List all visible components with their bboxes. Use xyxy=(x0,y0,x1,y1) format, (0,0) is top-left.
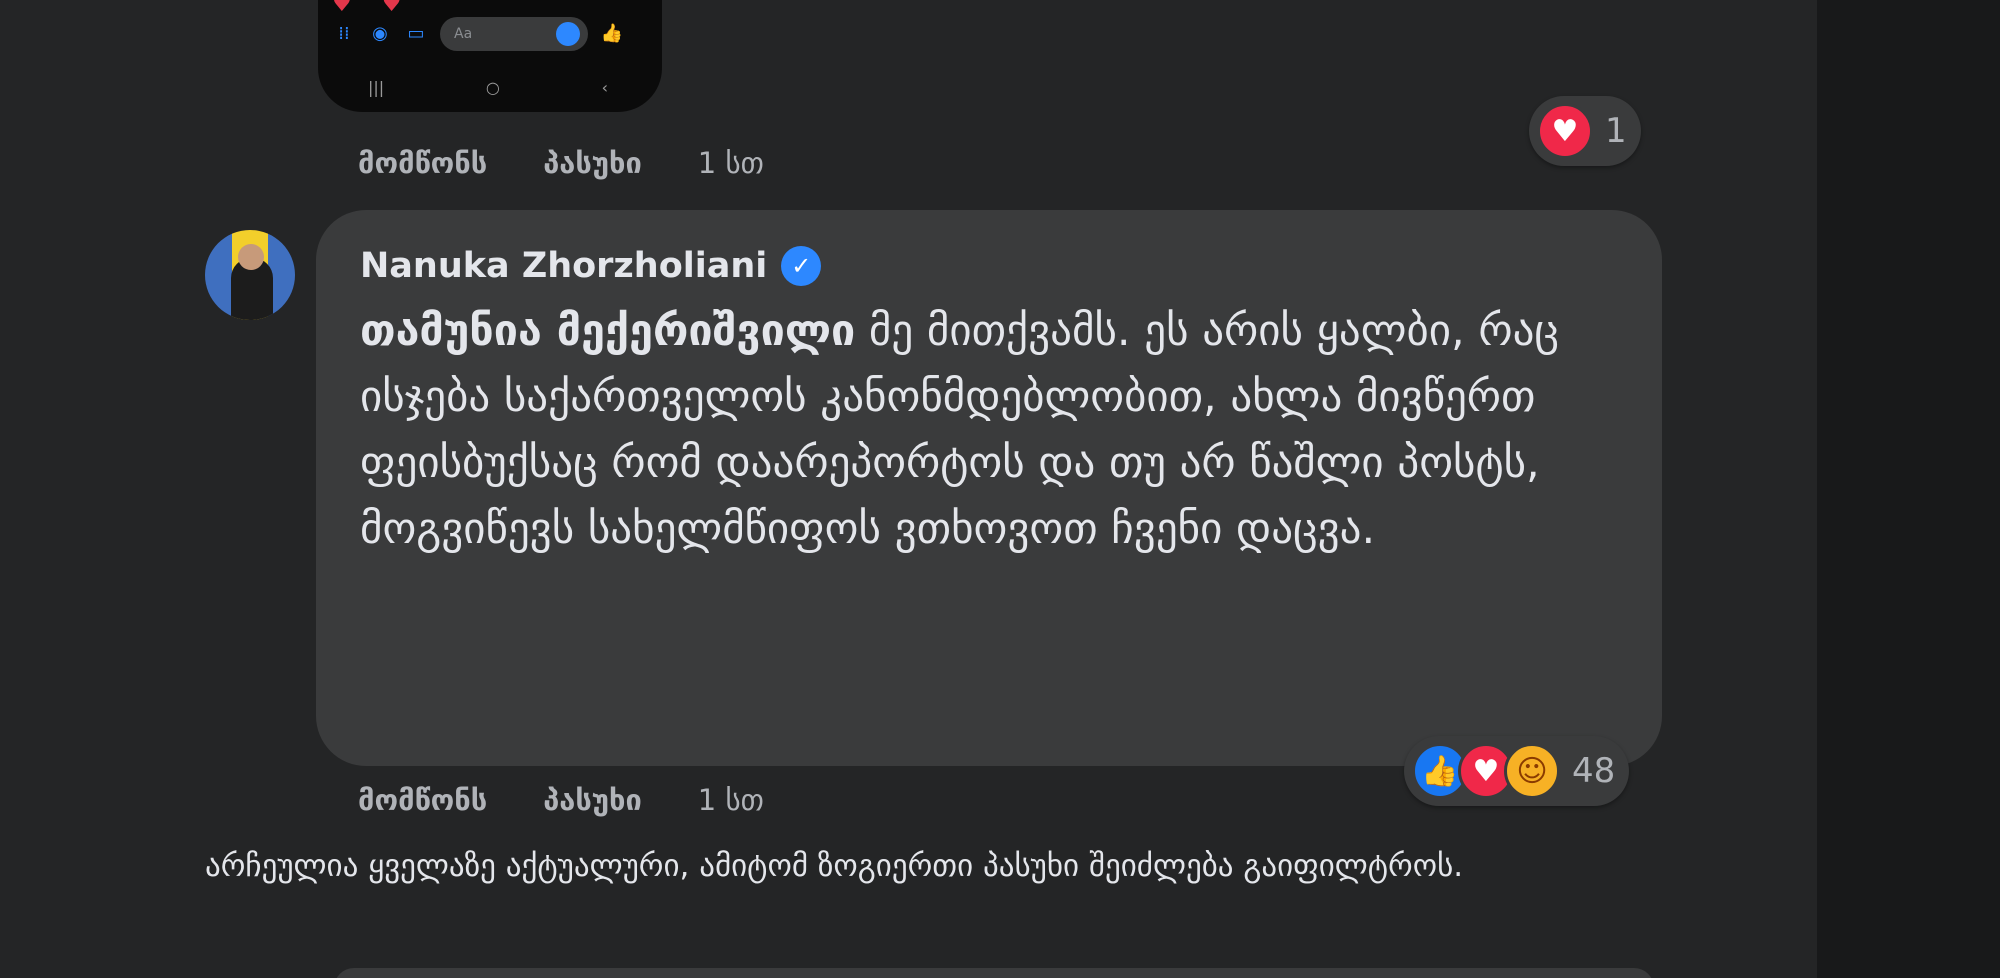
phone-input-placeholder: Aa xyxy=(454,26,473,42)
comment2-timestamp[interactable]: 1 სთ xyxy=(698,783,764,817)
comment-bubble: Nanuka Zhorzholiani ✓ თამუნია მექერიშვილ… xyxy=(316,210,1662,766)
next-comment-bubble xyxy=(334,968,1654,978)
apps-icon: ⁞⁞ xyxy=(338,23,350,44)
comment1-timestamp[interactable]: 1 სთ xyxy=(698,146,764,180)
comment2-reply-button[interactable]: პასუხი xyxy=(543,783,642,817)
comment-text: თამუნია მექერიშვილი მე მითქვამს. ეს არის… xyxy=(360,298,1620,562)
comment1-reactions[interactable]: ♥ 1 xyxy=(1529,96,1641,166)
care-reaction-icon: ☺ xyxy=(1504,743,1560,799)
comment-author: Nanuka Zhorzholiani ✓ xyxy=(360,246,1620,286)
phone-toolbar: ⁞⁞ ◉ ▭ Aa 👍 xyxy=(332,16,652,52)
comment1-reaction-count: 1 xyxy=(1605,111,1627,151)
home-icon: ○ xyxy=(485,77,500,97)
avatar-head xyxy=(238,244,264,270)
comment1-actions: მომწონს პასუხი 1 სთ xyxy=(358,146,764,180)
attached-screenshot[interactable]: ♥♥ ⁞⁞ ◉ ▭ Aa 👍 ||| ○ ‹ xyxy=(318,0,662,112)
comment2-reaction-count: 48 xyxy=(1572,751,1616,791)
phone-nav-bar: ||| ○ ‹ xyxy=(368,72,608,102)
thumbs-up-icon: 👍 xyxy=(600,23,624,44)
camera-icon: ◉ xyxy=(372,23,388,44)
recent-apps-icon: ||| xyxy=(368,77,385,97)
emoji-icon xyxy=(556,22,580,46)
right-sidebar xyxy=(1817,0,2000,978)
verified-badge-icon: ✓ xyxy=(781,246,822,286)
love-reaction-icon: ♥ xyxy=(1537,103,1593,159)
back-icon: ‹ xyxy=(601,77,608,97)
comment1-like-button[interactable]: მომწონს xyxy=(358,146,487,180)
comment2-actions: მომწონს პასუხი 1 სთ xyxy=(358,783,764,817)
author-name[interactable]: Nanuka Zhorzholiani xyxy=(360,246,767,286)
heart-icons: ♥♥ xyxy=(332,0,432,17)
avatar[interactable] xyxy=(205,230,295,320)
comment2-like-button[interactable]: მომწონს xyxy=(358,783,487,817)
comments-panel: ♥♥ ⁞⁞ ◉ ▭ Aa 👍 ||| ○ ‹ მომწონს პასუხი 1 … xyxy=(0,0,1817,978)
sort-filter-note: არჩეულია ყველაზე აქტუალური, ამიტომ ზოგიე… xyxy=(205,848,1464,884)
phone-message-input: Aa xyxy=(440,17,588,51)
comment2-reactions[interactable]: 👍 ♥ ☺ 48 xyxy=(1404,736,1630,806)
comment1-reply-button[interactable]: პასუხი xyxy=(543,146,642,180)
gallery-icon: ▭ xyxy=(407,23,425,44)
mention-link[interactable]: თამუნია მექერიშვილი xyxy=(360,306,855,356)
